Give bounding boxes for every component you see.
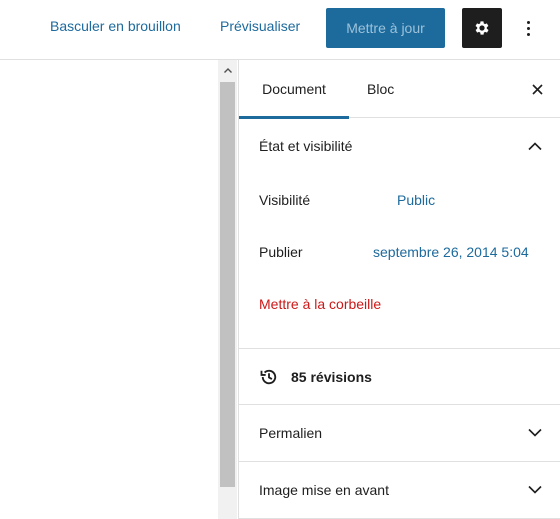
- editor-toolbar: Basculer en brouillon Prévisualiser Mett…: [0, 0, 560, 60]
- tab-bloc[interactable]: Bloc: [367, 60, 394, 118]
- status-visibility-toggle[interactable]: État et visibilité: [239, 118, 560, 174]
- move-to-trash-button[interactable]: Mettre à la corbeille: [259, 296, 381, 312]
- permalink-toggle[interactable]: Permalien: [239, 405, 560, 461]
- featured-image-toggle[interactable]: Image mise en avant: [239, 462, 560, 518]
- scroll-up-arrow-icon[interactable]: [218, 62, 237, 78]
- history-icon: [260, 369, 277, 384]
- panel-title: Image mise en avant: [259, 482, 389, 498]
- status-visibility-panel: État et visibilité Visibilité Public Pub…: [239, 118, 560, 349]
- update-button[interactable]: Mettre à jour: [326, 8, 445, 48]
- preview-button[interactable]: Prévisualiser: [220, 18, 300, 34]
- permalink-panel: Permalien: [239, 405, 560, 462]
- revisions-link[interactable]: 85 révisions: [239, 349, 560, 405]
- tab-document[interactable]: Document: [239, 60, 349, 119]
- vertical-ellipsis-icon: [526, 20, 530, 24]
- scrollbar-thumb[interactable]: [220, 82, 235, 487]
- chevron-down-icon: [528, 428, 542, 437]
- switch-to-draft-button[interactable]: Basculer en brouillon: [50, 18, 181, 34]
- chevron-down-icon: [528, 485, 542, 494]
- visibility-toggle[interactable]: Public: [397, 192, 435, 208]
- close-icon: [531, 83, 543, 95]
- publish-label: Publier: [259, 244, 303, 260]
- more-options-button[interactable]: [514, 10, 542, 46]
- settings-button[interactable]: [462, 8, 502, 48]
- chevron-up-icon: [528, 142, 542, 151]
- visibility-label: Visibilité: [259, 192, 311, 208]
- sidebar-tabs: Document Bloc: [239, 60, 560, 119]
- revisions-label: 85 révisions: [291, 368, 372, 385]
- settings-sidebar: Document Bloc État et visibilité Visibil…: [238, 60, 560, 519]
- publish-row: Publier septembre 26, 2014 5:04: [239, 226, 560, 278]
- visibility-row: Visibilité Public: [239, 174, 560, 226]
- panel-title: Permalien: [259, 425, 323, 441]
- featured-image-panel: Image mise en avant: [239, 462, 560, 519]
- close-sidebar-button[interactable]: [528, 80, 546, 98]
- trash-row: Mettre à la corbeille: [239, 278, 560, 330]
- gear-icon: [475, 21, 489, 35]
- publish-date-button[interactable]: septembre 26, 2014 5:04: [373, 244, 529, 260]
- panel-title: État et visibilité: [259, 138, 353, 154]
- scrollbar[interactable]: [218, 60, 237, 519]
